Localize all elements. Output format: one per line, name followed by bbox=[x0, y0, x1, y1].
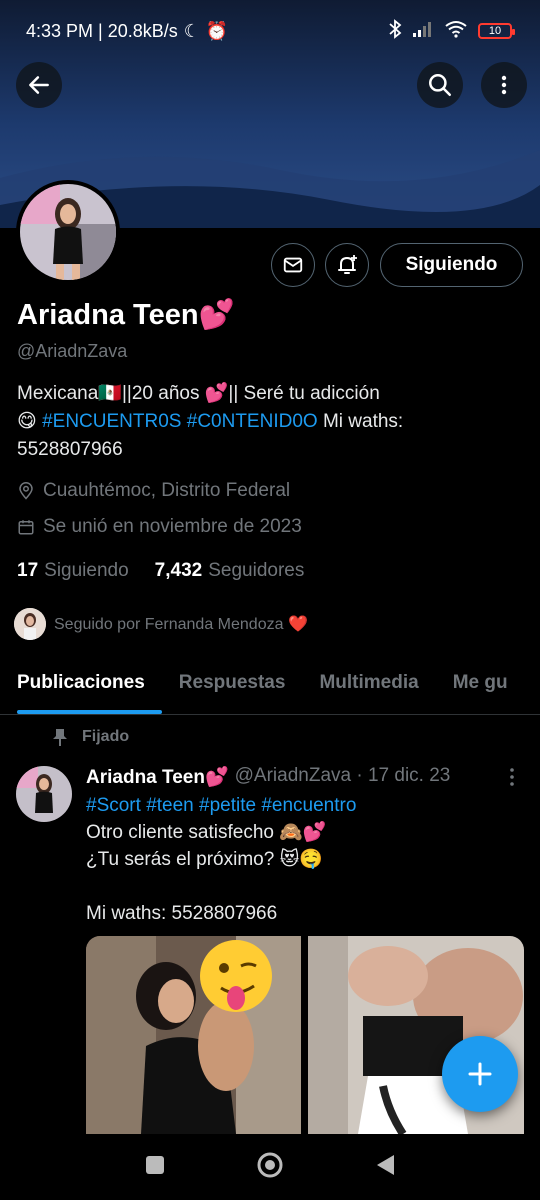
profile-bio: Mexicana🇲🇽||20 años 💕|| Seré tu adicción… bbox=[17, 380, 522, 464]
profile-tabs: Publicaciones Respuestas Multimedia Me g… bbox=[0, 660, 540, 715]
arrow-left-icon bbox=[29, 76, 49, 94]
home-button[interactable] bbox=[256, 1151, 284, 1184]
status-time: 4:33 PM | 20.8kB/s bbox=[26, 20, 178, 41]
following-label: Siguiendo bbox=[44, 560, 129, 581]
tab-respuestas[interactable]: Respuestas bbox=[162, 660, 303, 714]
join-date-text: Se unió en noviembre de 2023 bbox=[43, 516, 302, 537]
bio-emoji: 😋 bbox=[17, 411, 37, 432]
system-navigation-bar bbox=[0, 1134, 540, 1200]
mail-icon bbox=[283, 257, 303, 273]
bio-tail: Mi waths: bbox=[322, 411, 404, 432]
profile-name-text: Ariadna Teen bbox=[17, 299, 199, 331]
search-icon bbox=[429, 74, 451, 96]
more-vertical-icon bbox=[501, 75, 507, 95]
post-more-button[interactable] bbox=[504, 766, 520, 793]
post-body: #Scort #teen #petite #encuentro Otro cli… bbox=[86, 792, 516, 927]
notifications-button[interactable] bbox=[325, 243, 369, 287]
following-button[interactable]: Siguiendo bbox=[380, 243, 523, 287]
hashtag-link-encuentros[interactable]: #ENCUENTR0S bbox=[42, 411, 181, 432]
triangle-back-icon bbox=[377, 1154, 394, 1175]
recent-apps-button[interactable] bbox=[144, 1154, 166, 1181]
more-vertical-icon bbox=[510, 768, 514, 786]
followers-label: Seguidores bbox=[208, 560, 305, 581]
bluetooth-icon bbox=[388, 18, 402, 44]
compose-button[interactable] bbox=[442, 1036, 518, 1112]
post-hashtags[interactable]: #Scort #teen #petite #encuentro bbox=[86, 795, 356, 816]
message-button[interactable] bbox=[271, 243, 315, 287]
pin-icon bbox=[53, 729, 67, 746]
home-circle-icon bbox=[257, 1152, 283, 1177]
moon-icon: ☾ bbox=[183, 20, 200, 41]
tab-publicaciones[interactable]: Publicaciones bbox=[0, 660, 162, 714]
post-media-image-1[interactable] bbox=[86, 936, 301, 1134]
profile-name: Ariadna Teen💕 bbox=[17, 298, 235, 332]
bio-line1: Mexicana🇲🇽||20 años 💕|| Seré tu adicción bbox=[17, 383, 380, 404]
following-count: 17 bbox=[17, 560, 39, 581]
profile-location: Cuauhtémoc, Distrito Federal bbox=[17, 480, 290, 502]
status-bar: 4:33 PM | 20.8kB/s ☾ ⏰ 10 bbox=[0, 0, 540, 62]
post-header: Ariadna Teen💕 @AriadnZava · 17 dic. 23 bbox=[86, 765, 450, 789]
square-icon bbox=[146, 1155, 164, 1174]
search-button[interactable] bbox=[417, 62, 463, 108]
location-text: Cuauhtémoc, Distrito Federal bbox=[43, 480, 291, 501]
post-text: Otro cliente satisfecho 🙈💕 ¿Tu serás el … bbox=[86, 822, 327, 924]
calendar-icon bbox=[18, 520, 34, 535]
back-button[interactable] bbox=[16, 62, 62, 108]
hashtag-link-contenido[interactable]: #C0NTENID0O bbox=[187, 411, 318, 432]
pinned-indicator: Fijado bbox=[52, 728, 129, 746]
followed-by-text: Seguido por Fernanda Mendoza ❤️ bbox=[54, 616, 308, 633]
more-options-button[interactable] bbox=[481, 62, 527, 108]
bio-phone: 5528807966 bbox=[17, 439, 123, 460]
post-author-meta: @AriadnZava · 17 dic. 23 bbox=[234, 765, 451, 786]
profile-name-emoji: 💕 bbox=[198, 299, 235, 331]
follow-counts: 17 Siguiendo 7,432 Seguidores bbox=[17, 560, 304, 582]
post-author-avatar[interactable] bbox=[16, 766, 72, 822]
alarm-icon: ⏰ bbox=[205, 20, 229, 41]
tab-me-gusta[interactable]: Me gu bbox=[436, 660, 525, 714]
profile-join-date: Se unió en noviembre de 2023 bbox=[17, 516, 302, 538]
profile-avatar[interactable] bbox=[16, 180, 120, 284]
signal-icon bbox=[412, 20, 434, 43]
wifi-icon bbox=[444, 20, 468, 43]
followers-count-link[interactable]: 7,432 Seguidores bbox=[155, 560, 305, 582]
location-pin-icon bbox=[19, 482, 33, 500]
tab-multimedia[interactable]: Multimedia bbox=[302, 660, 435, 714]
bell-plus-icon bbox=[338, 255, 357, 274]
post-author-name[interactable]: Ariadna Teen💕 bbox=[86, 765, 229, 789]
battery-icon: 10 bbox=[478, 23, 515, 39]
followed-by[interactable]: Seguido por Fernanda Mendoza ❤️ bbox=[14, 608, 308, 640]
follower-avatar bbox=[14, 608, 46, 640]
plus-icon bbox=[468, 1062, 492, 1086]
following-count-link[interactable]: 17 Siguiendo bbox=[17, 560, 129, 582]
profile-handle: @AriadnZava bbox=[17, 341, 128, 361]
system-back-button[interactable] bbox=[374, 1153, 396, 1182]
followers-count: 7,432 bbox=[154, 560, 203, 581]
pinned-label: Fijado bbox=[82, 728, 130, 745]
